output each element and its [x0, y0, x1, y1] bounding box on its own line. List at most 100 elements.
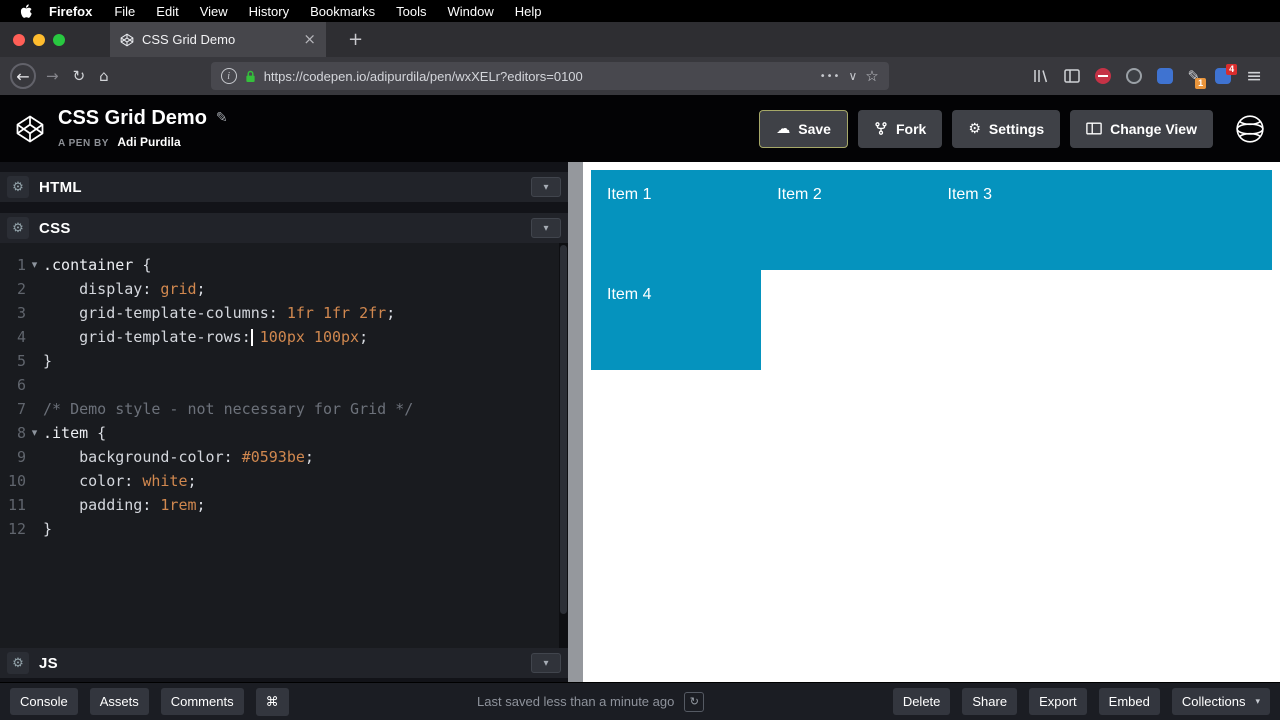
- home-button[interactable]: ⌂: [99, 68, 109, 84]
- compose-extension-icon[interactable]: ✎ 1: [1188, 67, 1207, 89]
- html-collapse-chevron-icon[interactable]: ▾: [531, 177, 561, 197]
- code-line-7[interactable]: 7 /* Demo style - not necessary for Grid …: [0, 397, 568, 421]
- menubar-app-name[interactable]: Firefox: [49, 4, 92, 19]
- js-editor-header[interactable]: ⚙ JS ▾: [0, 648, 568, 678]
- close-tab-icon[interactable]: ×: [303, 32, 316, 47]
- pocket-icon[interactable]: ∨: [848, 69, 857, 83]
- url-text[interactable]: https://codepen.io/adipurdila/pen/wxXELr…: [264, 69, 812, 84]
- codepen-sphere-logo[interactable]: [1235, 114, 1265, 144]
- code-text: padding: 1rem;: [43, 493, 205, 517]
- settings-button[interactable]: ⚙ Settings: [952, 109, 1061, 148]
- js-collapse-chevron-icon[interactable]: ▾: [531, 653, 561, 673]
- close-window-button[interactable]: [13, 33, 25, 46]
- menubar-item-edit[interactable]: Edit: [156, 4, 178, 19]
- fold-arrow-icon[interactable]: ▾: [26, 253, 43, 277]
- forward-button[interactable]: →: [46, 68, 59, 84]
- sidebar-icon[interactable]: [1063, 69, 1080, 83]
- apps-badge: 4: [1226, 64, 1238, 75]
- delete-button[interactable]: Delete: [892, 688, 951, 715]
- button-label: Collections: [1181, 694, 1246, 709]
- code-line-2[interactable]: 2 display: grid;: [0, 277, 568, 301]
- minimize-window-button[interactable]: [33, 33, 45, 46]
- collections-button[interactable]: Collections ▾: [1171, 688, 1270, 715]
- codepen-logo[interactable]: [15, 114, 45, 144]
- code-line-3[interactable]: 3 grid-template-columns: 1fr 1fr 2fr;: [0, 301, 568, 325]
- fold-arrow-icon[interactable]: ▾: [26, 421, 43, 445]
- code-line-1[interactable]: 1 ▾ .container {: [0, 253, 568, 277]
- code-line-8[interactable]: 8 ▾ .item {: [0, 421, 568, 445]
- code-token: ;: [187, 472, 197, 490]
- menubar-item-help[interactable]: Help: [515, 4, 542, 19]
- fold-gutter: [26, 277, 43, 301]
- code-line-4[interactable]: 4 grid-template-rows: 100px 100px;: [0, 325, 568, 349]
- library-icon[interactable]: [1033, 69, 1049, 83]
- keyboard-shortcuts-button[interactable]: ⌘: [255, 687, 289, 716]
- menubar-item-history[interactable]: History: [249, 4, 289, 19]
- line-number: 9: [16, 448, 26, 466]
- js-settings-gear-icon[interactable]: ⚙: [7, 652, 29, 674]
- html-settings-gear-icon[interactable]: ⚙: [7, 176, 29, 198]
- code-line-11[interactable]: 11 padding: 1rem;: [0, 493, 568, 517]
- menubar-item-window[interactable]: Window: [448, 4, 494, 19]
- css-editor-header[interactable]: ⚙ CSS ▾: [0, 213, 568, 243]
- share-button[interactable]: Share: [962, 688, 1018, 715]
- code-text: grid-template-rows: 100px 100px;: [43, 325, 368, 349]
- toolbar-icons: ✎ 1 4 ≡: [1033, 64, 1271, 89]
- rerun-icon[interactable]: ↻: [684, 691, 705, 712]
- css-settings-gear-icon[interactable]: ⚙: [7, 217, 29, 239]
- console-button[interactable]: Console: [10, 688, 78, 715]
- page-actions-icon[interactable]: •••: [820, 71, 841, 82]
- menubar-item-file[interactable]: File: [114, 4, 135, 19]
- pen-author[interactable]: Adi Purdila: [117, 135, 180, 149]
- adblock-extension-icon[interactable]: [1094, 68, 1111, 84]
- page-info-icon[interactable]: i: [220, 68, 237, 84]
- css-collapse-chevron-icon[interactable]: ▾: [531, 218, 561, 238]
- code-text: display: grid;: [43, 277, 205, 301]
- line-number: 5: [16, 352, 26, 370]
- apple-menu-icon[interactable]: [20, 3, 33, 19]
- menu-icon[interactable]: ≡: [1246, 66, 1262, 86]
- code-line-6[interactable]: 6: [0, 373, 568, 397]
- browser-tab-active[interactable]: CSS Grid Demo ×: [110, 22, 326, 57]
- macos-menubar: Firefox File Edit View History Bookmarks Tool…: [0, 0, 1280, 22]
- fork-button[interactable]: Fork: [857, 109, 943, 148]
- panel-resizer[interactable]: [568, 162, 583, 682]
- new-tab-button[interactable]: +: [348, 30, 363, 49]
- apps-extension-icon[interactable]: 4: [1215, 64, 1238, 84]
- code-line-10[interactable]: 10 color: white;: [0, 469, 568, 493]
- code-line-12[interactable]: 12}: [0, 517, 568, 541]
- code-line-5[interactable]: 5}: [0, 349, 568, 373]
- code-token: :: [124, 472, 143, 490]
- assets-button[interactable]: Assets: [89, 688, 149, 715]
- menubar-item-tools[interactable]: Tools: [396, 4, 426, 19]
- extension-icon-blue[interactable]: [1156, 68, 1173, 84]
- pen-title: CSS Grid Demo: [58, 106, 207, 129]
- editor-scrollbar[interactable]: [559, 243, 568, 648]
- extension-icon-gray[interactable]: [1125, 68, 1142, 84]
- browser-tab-bar: CSS Grid Demo × +: [0, 22, 1280, 57]
- zoom-window-button[interactable]: [53, 33, 65, 46]
- editor-scrollbar-thumb[interactable]: [560, 245, 567, 614]
- change-view-button[interactable]: Change View: [1070, 109, 1213, 148]
- comments-button[interactable]: Comments: [160, 688, 244, 715]
- save-button[interactable]: ☁ Save: [759, 109, 848, 148]
- css-code-editor[interactable]: 1 ▾ .container {2 display: grid; 3 grid-tem…: [0, 243, 568, 648]
- code-token: display: [79, 280, 143, 298]
- url-bar[interactable]: i https://codepen.io/adipurdila/pen/wxXE…: [210, 62, 889, 90]
- menubar-item-bookmarks[interactable]: Bookmarks: [310, 4, 375, 19]
- code-line-9[interactable]: 9 background-color: #0593be;: [0, 445, 568, 469]
- code-token: {: [133, 256, 152, 274]
- back-button[interactable]: ←: [10, 63, 36, 89]
- reload-button[interactable]: ↻: [73, 68, 86, 84]
- menubar-item-view[interactable]: View: [200, 4, 228, 19]
- grid-item-2: Item 2: [761, 170, 932, 270]
- edit-title-icon[interactable]: ✎: [216, 110, 228, 126]
- settings-button-label: Settings: [988, 120, 1045, 137]
- bookmark-star-icon[interactable]: ☆: [865, 67, 878, 85]
- embed-button[interactable]: Embed: [1098, 688, 1160, 715]
- export-button[interactable]: Export: [1029, 688, 1087, 715]
- code-token: 100px 100px: [259, 328, 360, 346]
- code-text: grid-template-columns: 1fr 1fr 2fr;: [43, 301, 395, 325]
- html-editor-header[interactable]: ⚙ HTML ▾: [0, 172, 568, 202]
- code-token: :: [142, 496, 161, 514]
